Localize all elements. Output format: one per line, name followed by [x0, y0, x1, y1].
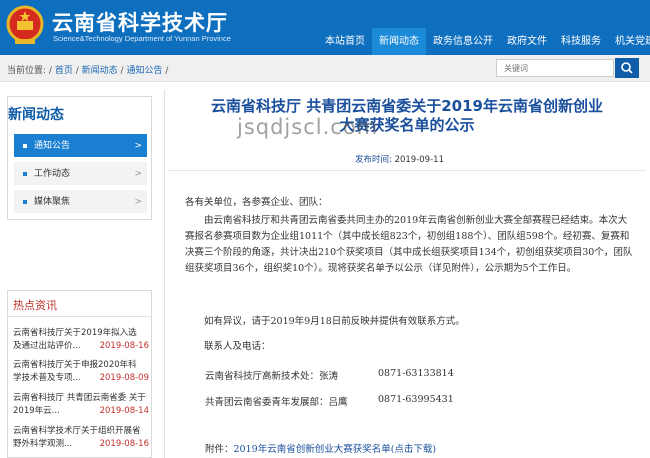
nav-party[interactable]: 机关党建	[608, 28, 650, 55]
sidebar-item-media[interactable]: 媒体聚焦 >	[14, 190, 147, 214]
publish-date: 发布时间: 2019-09-11	[355, 155, 444, 165]
nav-services[interactable]: 科技服务	[554, 28, 608, 55]
search-icon	[621, 62, 633, 74]
divider	[168, 170, 646, 171]
hot-news-date: 2019-08-14	[97, 405, 149, 418]
hot-news-item[interactable]: 云南省科技厅关于2019年拟入选 及通过出站评价... 2019-08-16	[13, 327, 149, 353]
hot-news-date: 2019-08-16	[97, 438, 149, 451]
search-button[interactable]	[615, 58, 639, 78]
nav-gov-info[interactable]: 政务信息公开	[426, 28, 500, 55]
hot-news-date: 2019-08-09	[97, 372, 149, 385]
breadcrumb-home[interactable]: 首页	[55, 66, 73, 76]
breadcrumb-sep: /	[75, 66, 79, 76]
article-paragraph: 由云南省科技厅和共青团云南省委共同主办的2019年云南省创新创业大赛全部赛程已经…	[185, 215, 633, 274]
contact-row: 云南省科技厅高新技术处：张涛 0871-63133814	[205, 368, 454, 382]
chevron-right-icon: >	[134, 141, 142, 151]
column-divider	[164, 90, 165, 458]
hot-news-title: 热点资讯	[13, 299, 57, 312]
attachment: 附件：2019年云南省创新创业大赛获奖名单(点击下载)	[205, 444, 437, 455]
nav-news[interactable]: 新闻动态	[372, 28, 426, 55]
main-nav: 本站首页 新闻动态 政务信息公开 政府文件 科技服务 机关党建	[318, 28, 650, 55]
search-input[interactable]	[496, 59, 614, 77]
hot-news-item[interactable]: 云南省科技厅 共青团云南省委 关于 2019年云... 2019-08-14	[13, 392, 149, 418]
divider	[7, 316, 152, 317]
sidebar-title: 新闻动态	[8, 107, 64, 123]
hot-news-item[interactable]: 云南省科学技术厅关于组织开展省 野外科学观测... 2019-08-16	[13, 425, 149, 451]
sidebar-item-notices[interactable]: 通知公告 >	[14, 134, 147, 158]
breadcrumb-notices[interactable]: 通知公告	[126, 66, 162, 76]
attachment-link[interactable]: 2019年云南省创新创业大赛获奖名单(点击下载)	[234, 444, 437, 455]
contact-row: 共青团云南省委青年发展部：吕鹰 0871-63995431	[205, 394, 454, 408]
site-header: 云南省科学技术厅 Science&Technology Department o…	[0, 0, 650, 55]
bullet-icon	[23, 172, 27, 176]
breadcrumb-prefix: 当前位置:	[7, 66, 47, 76]
breadcrumb-sep: /	[165, 66, 169, 76]
breadcrumb-sep: /	[48, 66, 52, 76]
contact-label: 联系人及电话：	[204, 341, 271, 352]
breadcrumb-sep: /	[120, 66, 124, 76]
breadcrumb-news[interactable]: 新闻动态	[82, 66, 118, 76]
article-salutation: 各有关单位，各参赛企业、团队：	[185, 197, 328, 208]
bullet-icon	[23, 144, 27, 148]
sidebar-item-label: 媒体聚焦	[34, 197, 71, 207]
site-subtitle: Science&Technology Department of Yunnan …	[53, 34, 231, 43]
hot-news-date: 2019-08-16	[97, 340, 149, 353]
chevron-right-icon: >	[134, 197, 142, 207]
site-title: 云南省科学技术厅	[52, 11, 228, 35]
breadcrumb: 当前位置: / 首页 / 新闻动态 / 通知公告 /	[7, 63, 168, 76]
sidebar-item-label: 通知公告	[34, 141, 71, 151]
watermark: jsqdjscl.com	[237, 115, 379, 139]
hot-news-item[interactable]: 云南省科技厅关于申报2020年科 学技术普及专项... 2019-08-09	[13, 359, 149, 385]
national-emblem-icon	[6, 5, 44, 44]
nav-gov-docs[interactable]: 政府文件	[500, 28, 554, 55]
article-paragraph: 如有异议，请于2019年9月18日前反映并提供有效联系方式。	[204, 316, 465, 327]
sidebar-item-work-news[interactable]: 工作动态 >	[14, 162, 147, 186]
sidebar-item-label: 工作动态	[34, 169, 71, 179]
nav-home[interactable]: 本站首页	[318, 28, 372, 55]
chevron-right-icon: >	[134, 169, 142, 179]
bullet-icon	[23, 200, 27, 204]
